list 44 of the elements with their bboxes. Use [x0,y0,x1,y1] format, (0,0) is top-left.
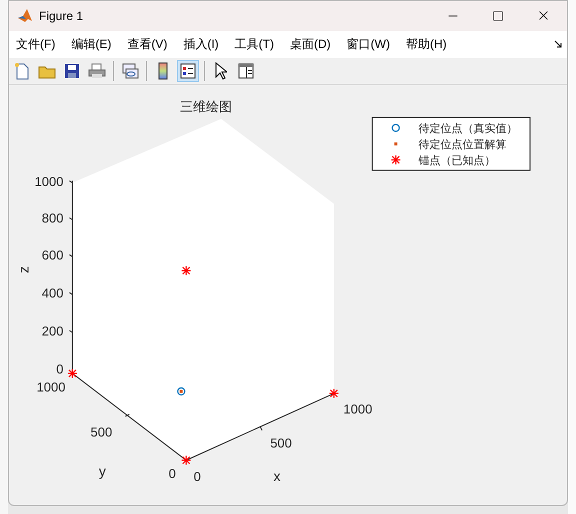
tick-label: 600 [42,248,64,262]
legend-icon [180,62,196,79]
tick-label: 200 [42,323,64,338]
tick-label: 1000 [34,174,64,189]
menu-item[interactable]: 文件(F) [16,35,56,54]
star-marker [182,456,191,465]
new-file-icon [14,62,30,80]
property-panel-icon [238,62,254,79]
tick-label: 500 [270,435,292,450]
menu-item[interactable]: 桌面(D) [290,35,331,54]
tick-label: 0 [56,361,64,376]
tick-label: 400 [42,285,64,300]
circle-marker [177,387,186,396]
menu-item[interactable]: 插入(I) [183,35,219,54]
maximize-icon[interactable] [492,10,504,22]
tick-label: 800 [42,210,64,226]
menu-item[interactable]: 工具(T) [234,35,274,54]
legend-label: 待定位点位置解算 [418,138,507,151]
pointer-icon [215,62,227,80]
toolbar-button[interactable] [177,60,199,82]
tick-label: 500 [90,424,112,440]
app-logo-icon [17,8,33,24]
star-marker [182,266,191,275]
tick-label: 1000 [343,401,372,416]
menu-item[interactable]: 窗口(W) [346,35,390,54]
linked-windows-icon [121,62,139,80]
menu-item[interactable]: 帮助(H) [406,35,447,54]
star-marker [329,388,338,398]
axis-label: y [98,463,106,480]
menu-item[interactable]: 查看(V) [127,35,168,54]
legend-label: 待定位点（真实值） [418,122,518,135]
colorbar-icon [158,62,168,80]
axis-label: z [16,266,32,273]
tick-label: 1000 [36,379,66,394]
tick-label: 0 [194,469,201,484]
window-title: Figure 1 [39,8,84,25]
dock-arrow-icon[interactable] [554,40,563,49]
star-marker [68,368,77,378]
plot-title: 三维绘图 [180,98,232,114]
axis-label: x [274,468,281,484]
tick-label: 0 [168,466,176,482]
printer-icon [88,62,106,79]
legend-label: 锚点（已知点） [418,154,496,167]
menu-item[interactable]: 编辑(E) [71,35,112,54]
